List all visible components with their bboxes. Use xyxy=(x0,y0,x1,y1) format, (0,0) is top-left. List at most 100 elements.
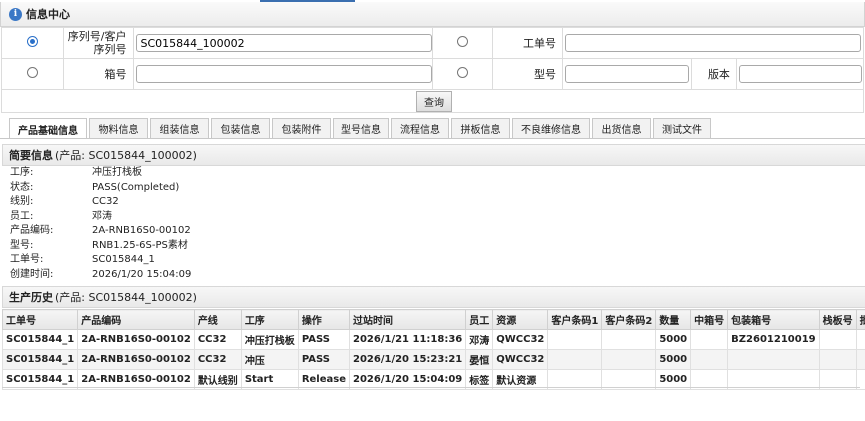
tab-model[interactable]: 型号信息 xyxy=(333,118,389,138)
col-header[interactable]: 资源 xyxy=(492,309,549,330)
query-form: 序列号/客户序列号 工单号 箱号 型号 版本 xyxy=(1,27,865,90)
tab-material[interactable]: 物料信息 xyxy=(89,118,148,138)
history-subtitle: (产品: SC015844_100002) xyxy=(55,291,197,304)
col-header[interactable]: 员工 xyxy=(465,309,494,330)
history-header-row: 工单号 产品编码 产线 工序 操作 过站时间 员工 资源 客户条码1 客户条码2… xyxy=(1,309,865,330)
col-header[interactable]: 产线 xyxy=(193,309,242,330)
summary-header: 简要信息 (产品: SC015844_100002) xyxy=(2,144,865,166)
summary-key: 产品编码: xyxy=(10,225,54,236)
col-header[interactable]: 数量 xyxy=(655,309,692,330)
summary-subtitle: (产品: SC015844_100002) xyxy=(55,149,197,162)
summary-value: RNB1.25-6S-PS素材 xyxy=(92,239,188,251)
summary-title: 简要信息 xyxy=(9,149,53,162)
table-cell: 冲压 xyxy=(240,349,299,370)
summary-value: CC32 xyxy=(92,196,119,207)
model-radio[interactable] xyxy=(457,67,469,78)
tab-flow[interactable]: 流程信息 xyxy=(391,118,449,138)
box-input[interactable] xyxy=(135,65,432,83)
table-cell xyxy=(818,349,857,370)
summary-key: 型号: xyxy=(10,239,34,251)
serial-input[interactable] xyxy=(135,34,432,52)
col-header[interactable]: 客户条码2 xyxy=(601,309,657,330)
tab-repair[interactable]: 不良维修信息 xyxy=(512,118,590,138)
table-cell: 5000 xyxy=(655,329,692,350)
col-header[interactable]: 栈板号 xyxy=(818,309,857,330)
table-cell xyxy=(601,349,657,370)
summary-value: SC015844_1 xyxy=(92,254,155,265)
table-cell: 5000 xyxy=(655,349,692,370)
summary-key: 创建时间: xyxy=(10,268,54,280)
table-cell xyxy=(601,329,657,350)
history-table: 工单号 产品编码 产线 工序 操作 过站时间 员工 资源 客户条码1 客户条码2… xyxy=(1,309,865,390)
table-cell xyxy=(547,329,603,350)
query-button[interactable]: 查询 xyxy=(416,91,452,112)
workorder-input[interactable] xyxy=(564,34,861,52)
panel-title: 信息中心 xyxy=(26,8,70,21)
tab-panel[interactable]: 拼板信息 xyxy=(451,118,510,138)
col-header[interactable]: 工单号 xyxy=(1,309,79,330)
tab-bar: 产品基础信息 物料信息 组装信息 包装信息 包装附件 型号信息 流程信息 拼板信… xyxy=(0,118,865,139)
table-cell xyxy=(855,349,865,370)
version-label: 版本 xyxy=(690,58,737,90)
model-label: 型号 xyxy=(492,58,563,90)
table-cell: SC015844_1 xyxy=(1,329,79,350)
workorder-label: 工单号 xyxy=(492,27,563,59)
box-label: 箱号 xyxy=(62,58,134,90)
col-header[interactable]: 客户条码1 xyxy=(547,309,603,330)
tab-assembly[interactable]: 组装信息 xyxy=(150,118,209,138)
model-input[interactable] xyxy=(564,65,689,83)
panel-header: i 信息中心 xyxy=(0,2,865,27)
table-cell: SC015844_1 xyxy=(1,349,79,370)
tab-underline xyxy=(0,138,865,139)
top-border xyxy=(0,0,865,2)
tab-test-files[interactable]: 测试文件 xyxy=(653,118,711,138)
table-bottom-border xyxy=(2,387,860,388)
col-header[interactable]: 产品编码 xyxy=(77,309,195,330)
table-cell: 2A-RNB16S0-00102 xyxy=(77,349,195,370)
summary-key: 员工: xyxy=(10,210,34,222)
table-cell: QWCC32 xyxy=(492,329,549,350)
serial-label: 序列号/客户序列号 xyxy=(62,27,134,59)
tab-packing-attachment[interactable]: 包装附件 xyxy=(272,118,331,138)
summary-value: PASS(Completed) xyxy=(92,181,180,193)
summary-value: 2026/1/20 15:04:09 xyxy=(92,268,192,280)
table-cell: 2A-RNB16S0-00102 xyxy=(77,329,195,350)
table-cell: CC32 xyxy=(193,349,242,370)
col-header[interactable]: 操作 xyxy=(297,309,351,330)
table-cell: 邓涛 xyxy=(465,329,494,350)
summary-value: 冲压打栈板 xyxy=(92,167,142,178)
table-cell xyxy=(727,349,820,370)
table-cell: 冲压打栈板 xyxy=(240,329,299,350)
summary-key: 工单号: xyxy=(10,254,44,265)
serial-radio[interactable] xyxy=(26,36,38,47)
box-radio[interactable] xyxy=(26,67,38,78)
tab-product-basic[interactable]: 产品基础信息 xyxy=(9,118,87,139)
col-header[interactable]: 工序 xyxy=(240,309,299,330)
version-input[interactable] xyxy=(738,65,862,83)
table-cell: BZ2601210019 xyxy=(727,329,820,350)
table-cell: 晏恒 xyxy=(465,349,494,370)
history-header: 生产历史 (产品: SC015844_100002) xyxy=(2,286,865,308)
query-row: 查询 xyxy=(1,90,864,113)
history-title: 生产历史 xyxy=(9,291,53,304)
tab-packing[interactable]: 包装信息 xyxy=(211,118,270,138)
col-header[interactable]: 包装箱号 xyxy=(727,309,820,330)
table-cell: CC32 xyxy=(193,329,242,350)
top-accent xyxy=(260,0,355,2)
tab-shipping[interactable]: 出货信息 xyxy=(592,118,651,138)
summary-value: 2A-RNB16S0-00102 xyxy=(92,225,191,236)
workorder-radio[interactable] xyxy=(457,36,469,47)
table-row[interactable]: SC015844_1 2A-RNB16S0-00102 CC32 冲压打栈板 P… xyxy=(1,329,865,350)
summary-value: 邓涛 xyxy=(92,210,112,222)
table-cell: QWCC32 xyxy=(492,349,549,370)
table-cell: 2026/1/20 15:23:21 xyxy=(348,349,467,370)
col-header[interactable]: 中箱号 xyxy=(690,309,729,330)
table-cell xyxy=(690,329,729,350)
info-icon: i xyxy=(9,7,22,21)
table-cell xyxy=(690,349,729,370)
table-cell xyxy=(855,329,865,350)
col-header[interactable]: 批次号 xyxy=(855,309,865,330)
table-row[interactable]: SC015844_1 2A-RNB16S0-00102 CC32 冲压 PASS… xyxy=(1,349,865,370)
col-header[interactable]: 过站时间 xyxy=(348,309,467,330)
table-cell: 2026/1/21 11:18:36 xyxy=(348,329,467,350)
